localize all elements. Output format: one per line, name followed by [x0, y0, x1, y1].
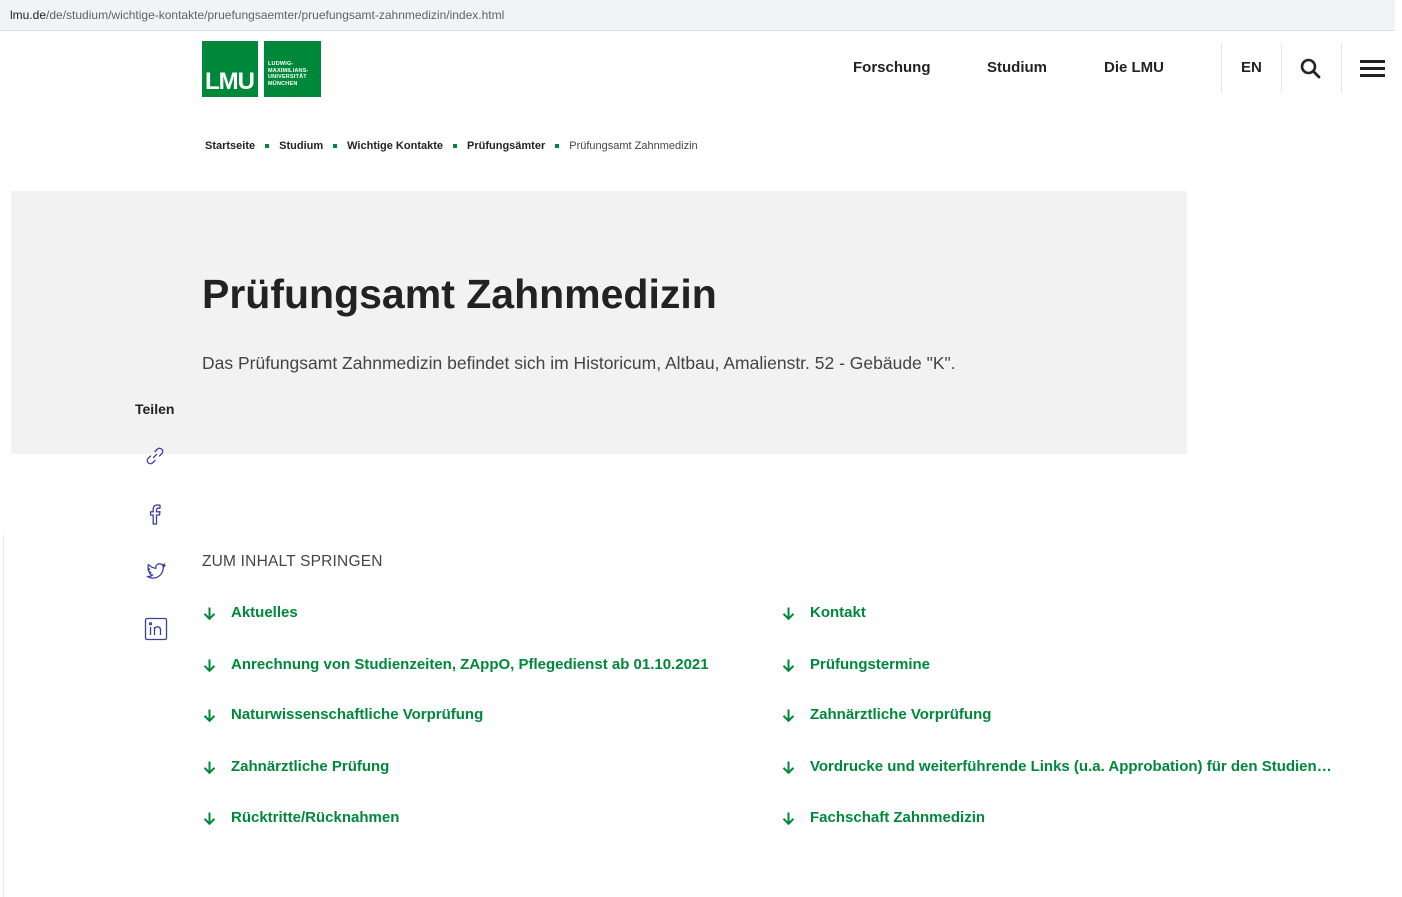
breadcrumb-pruefungsaemter[interactable]: Prüfungsämter: [467, 140, 545, 152]
jump-link[interactable]: Rücktritte/Rücknahmen: [202, 809, 399, 826]
arrow-down-icon: [203, 607, 216, 621]
arrow-down-icon: [203, 659, 216, 673]
arrow-down-icon: [782, 761, 795, 775]
arrow-down-icon: [782, 709, 795, 723]
breadcrumb-startseite[interactable]: Startseite: [205, 140, 255, 152]
arrow-down-icon: [782, 659, 795, 673]
breadcrumb-separator: [265, 144, 270, 148]
search-icon[interactable]: [1300, 58, 1321, 84]
arrow-down-icon: [203, 761, 216, 775]
linkedin-icon[interactable]: [144, 617, 168, 646]
logo-wordmark: LUDWIG-MAXIMILIANS-UNIVERSITÄT MÜNCHEN: [264, 41, 321, 97]
jump-link[interactable]: Zahnärztliche Prüfung: [202, 758, 389, 775]
jump-link[interactable]: Naturwissenschaftliche Vorprüfung: [202, 706, 483, 723]
breadcrumb-separator: [453, 144, 457, 148]
twitter-icon[interactable]: [144, 560, 168, 587]
browser-url-bar[interactable]: lmu.de/de/studium/wichtige-kontakte/prue…: [0, 0, 1395, 31]
breadcrumb-studium[interactable]: Studium: [279, 140, 323, 152]
share-label: Teilen: [135, 401, 175, 417]
page-hero: Prüfungsamt Zahnmedizin Das Prüfungsamt …: [11, 191, 1187, 454]
link-icon[interactable]: [144, 445, 166, 472]
arrow-down-icon: [782, 607, 795, 621]
jump-link[interactable]: Aktuelles: [202, 604, 298, 621]
nav-forschung[interactable]: Forschung: [853, 59, 931, 76]
jump-link[interactable]: Zahnärztliche Vorprüfung: [781, 706, 991, 723]
arrow-down-icon: [203, 812, 216, 826]
lmu-logo[interactable]: LMU LUDWIG-MAXIMILIANS-UNIVERSITÄT MÜNCH…: [202, 41, 321, 97]
left-border-line: [3, 535, 4, 897]
logo-mark: LMU: [202, 41, 258, 97]
breadcrumb-separator: [555, 144, 560, 148]
nav-studium[interactable]: Studium: [987, 59, 1047, 76]
jump-link[interactable]: Kontakt: [781, 604, 866, 621]
jump-link[interactable]: Prüfungstermine: [781, 656, 930, 673]
breadcrumb-current: Prüfungsamt Zahnmedizin: [569, 140, 698, 152]
breadcrumb: Startseite Studium Wichtige Kontakte Prü…: [205, 140, 698, 152]
language-switch[interactable]: EN: [1241, 59, 1262, 76]
nav-die-lmu[interactable]: Die LMU: [1104, 59, 1164, 76]
breadcrumb-separator: [333, 144, 338, 148]
jump-link[interactable]: Anrechnung von Studienzeiten, ZAppO, Pfl…: [202, 656, 709, 673]
header-divider: [1221, 44, 1222, 92]
facebook-icon[interactable]: [144, 502, 166, 531]
url-path: /de/studium/wichtige-kontakte/pruefungsa…: [46, 8, 505, 22]
url-host: lmu.de: [10, 8, 47, 22]
arrow-down-icon: [203, 709, 216, 723]
jump-link[interactable]: Vordrucke und weiterführende Links (u.a.…: [781, 758, 1332, 775]
header-divider: [1281, 44, 1282, 92]
header-divider: [1341, 44, 1342, 92]
menu-icon[interactable]: [1360, 60, 1385, 82]
breadcrumb-wichtige-kontakte[interactable]: Wichtige Kontakte: [347, 140, 443, 152]
page-title: Prüfungsamt Zahnmedizin: [202, 271, 717, 317]
page-intro: Das Prüfungsamt Zahnmedizin befindet sic…: [202, 353, 956, 373]
arrow-down-icon: [782, 812, 795, 826]
jump-link[interactable]: Fachschaft Zahnmedizin: [781, 809, 985, 826]
jump-to-content-heading: ZUM INHALT SPRINGEN: [202, 553, 383, 570]
